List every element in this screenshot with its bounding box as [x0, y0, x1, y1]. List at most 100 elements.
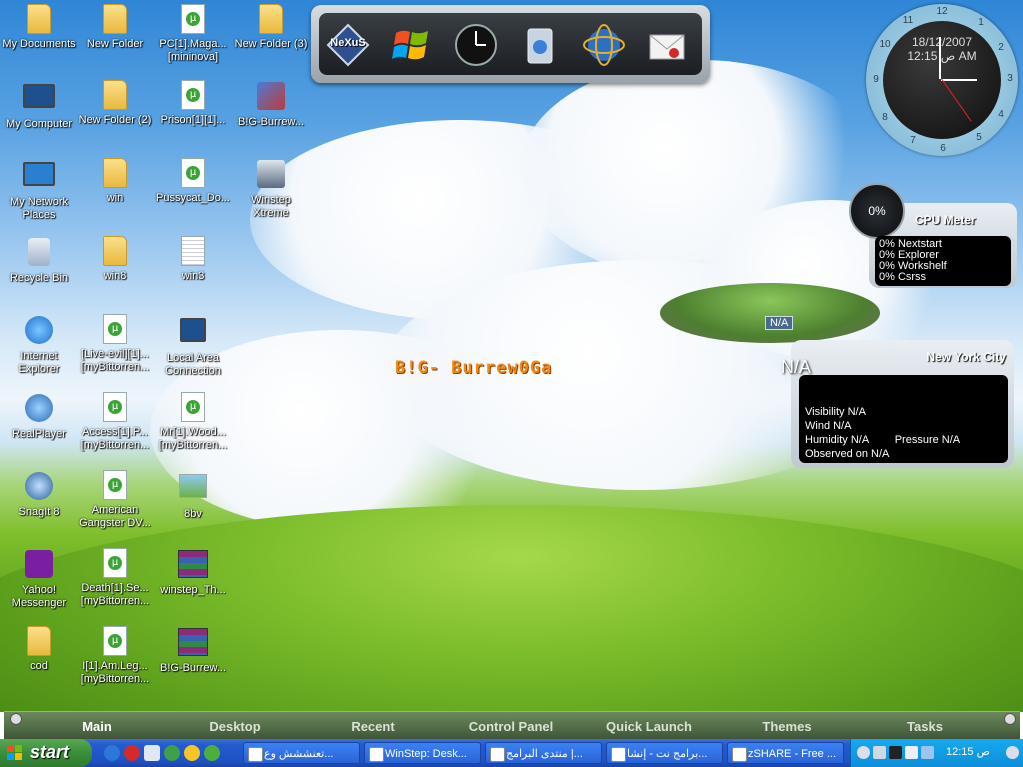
dock-shelf: NeXuS [319, 13, 702, 75]
tray-forward-icon[interactable] [1006, 746, 1019, 759]
tray-back-icon[interactable] [857, 746, 870, 759]
globe-network-icon[interactable] [582, 23, 626, 67]
desktop-icon-my-computer[interactable]: My Computer [0, 80, 78, 131]
tray-monitor-icon[interactable] [905, 746, 918, 759]
desktop-icon-winstep-xtreme[interactable]: Winstep Xtreme [232, 158, 310, 220]
quicklaunch-utorrent-icon[interactable] [204, 745, 220, 761]
quicklaunch-opera-icon[interactable] [124, 745, 140, 761]
desktop-icon-new-folder[interactable]: New Folder [76, 4, 154, 51]
weather-city: New York City [926, 350, 1006, 364]
windows-logo-icon[interactable] [390, 23, 434, 67]
clock-numeral: 5 [976, 132, 982, 143]
clock-date: 18/12/2007 [911, 35, 973, 49]
desktop-icon-realplayer[interactable]: RealPlayer [0, 392, 78, 441]
quicklaunch-ie-icon[interactable] [104, 745, 120, 761]
clock-numeral: 7 [910, 135, 916, 146]
winrar-archive-icon [178, 550, 208, 578]
taskbar-button[interactable]: WinStep: Desk... [364, 742, 481, 764]
desktop-icon-winstep-theme[interactable]: winstep_Th... [154, 548, 232, 597]
torrent-file-icon: µ [103, 392, 127, 422]
clock-face: 18/12/2007 12:15 ص AM [883, 21, 1001, 139]
taskbar-button[interactable]: منتدى البرامج |... [485, 742, 602, 764]
desktop[interactable]: N/A B!G- Burrew0Ga My Documents My Compu… [0, 0, 1023, 712]
browser-icon [248, 747, 263, 762]
tab-quick-launch[interactable]: Quick Launch [594, 719, 704, 734]
installer-icon [257, 82, 285, 110]
desktop-icon-i-am-legend-torrent[interactable]: µ I[1].Am.Leg... [myBittorren... [76, 626, 154, 686]
tab-desktop[interactable]: Desktop [180, 719, 290, 734]
desktop-icon-my-documents[interactable]: My Documents [0, 4, 78, 51]
desktop-icon-new-folder-3[interactable]: New Folder (3) [232, 4, 310, 51]
tray-network-icon[interactable] [921, 746, 934, 759]
tray-clock[interactable]: ص 12:15 [946, 745, 990, 758]
cpu-meter-title: CPU Meter [915, 213, 976, 227]
desktop-icon-access-torrent[interactable]: µ Access[1].P... [myBittorren... [76, 392, 154, 452]
quicklaunch-messenger-icon[interactable] [164, 745, 180, 761]
nexus-dock: NeXuS [311, 5, 710, 83]
folder-icon [27, 626, 51, 656]
desktop-icon-recycle-bin[interactable]: Recycle Bin [0, 236, 78, 285]
desktop-icon-pussycat-torrent[interactable]: µ Pussycat_Do... [154, 158, 232, 205]
winrar-archive-icon [178, 628, 208, 656]
weather-wind: Wind N/A [805, 420, 852, 432]
tab-recent[interactable]: Recent [318, 719, 428, 734]
bar-left-knob[interactable] [10, 713, 22, 725]
windows-flag-icon [7, 745, 22, 760]
desktop-icon-live-evil-torrent[interactable]: µ [Live-evil][1]... [myBittorren... [76, 314, 154, 374]
desktop-icon-american-gangster[interactable]: µ American Gangster DV... [76, 470, 154, 530]
weather-widget[interactable]: New York City N/A Visibility N/A Wind N/… [781, 340, 1014, 468]
desktop-icon-death-torrent[interactable]: µ Death[1].Se... [myBittorren... [76, 548, 154, 608]
clock-numeral: 6 [940, 143, 946, 154]
browser-icon [611, 747, 626, 762]
folder-icon [259, 4, 283, 34]
clock-numeral: 11 [902, 15, 914, 26]
desktop-icon-internet-explorer[interactable]: Internet Explorer [0, 314, 78, 376]
browser-icon [369, 747, 384, 762]
mail-icon[interactable] [646, 23, 690, 67]
minute-hand [939, 37, 941, 79]
desktop-icon-win[interactable]: win [76, 158, 154, 205]
desktop-icon-yahoo-messenger[interactable]: Yahoo! Messenger [0, 548, 78, 610]
desktop-icon-pc-magazine-torrent[interactable]: µ PC[1].Maga... [mininova] [154, 4, 232, 64]
bar-right-knob[interactable] [1004, 713, 1016, 725]
torrent-file-icon: µ [103, 314, 127, 344]
desktop-icon-my-network-places[interactable]: My Network Places [0, 158, 78, 222]
system-tray: ص 12:15 [850, 739, 1023, 767]
network-icon [23, 162, 55, 186]
nexus-logo-icon[interactable]: NeXuS [326, 23, 370, 67]
desktop-icon-win8[interactable]: win8 [76, 236, 154, 283]
tab-main[interactable]: Main [42, 719, 152, 734]
taskbar-button[interactable]: zSHARE - Free ... [727, 742, 844, 764]
desktop-icon-local-area-connection[interactable]: Local Area Connection [154, 314, 232, 378]
desktop-icon-big-burrewoga-rar[interactable]: B!G-Burrew... [154, 626, 232, 675]
clock-numeral: 4 [998, 109, 1004, 120]
tab-control-panel[interactable]: Control Panel [456, 719, 566, 734]
quicklaunch-yahoo-icon[interactable] [184, 745, 200, 761]
taskbar-button[interactable]: تعنششش وع... [243, 742, 360, 764]
desktop-icon-prison-torrent[interactable]: µ Prison[1][1]... [154, 80, 232, 127]
computer-icon [23, 84, 55, 108]
desktop-icon-win3[interactable]: win3 [154, 236, 232, 283]
cpu-meter-widget[interactable]: 0% CPU Meter 0% Nextstart 0% Explorer 0%… [849, 183, 1017, 291]
tray-volume-icon[interactable] [873, 746, 886, 759]
taskbar-button[interactable]: برامج نت - إنشا... [606, 742, 723, 764]
desktop-icon-cod[interactable]: cod [0, 626, 78, 673]
desktop-icon-mr-wood-torrent[interactable]: µ Mr[1].Wood... [myBittorren... [154, 392, 232, 452]
desktop-icon-8bv[interactable]: 8bv [154, 470, 232, 521]
desktop-icon-new-folder-2[interactable]: New Folder (2) [76, 80, 154, 127]
analog-clock-widget[interactable]: 12 1 2 3 4 5 6 7 8 9 10 11 18/12/2007 12… [866, 4, 1018, 156]
recycle-bin-icon[interactable] [518, 23, 562, 67]
weather-details: Visibility N/A Wind N/A Humidity N/A Pre… [799, 375, 1008, 463]
cpu-dial: 0% [849, 183, 905, 239]
tab-themes[interactable]: Themes [732, 719, 842, 734]
quicklaunch-desktop-icon[interactable] [144, 745, 160, 761]
cpu-process-row: 0% Csrss [879, 271, 927, 283]
clock-numeral: 3 [1007, 73, 1013, 84]
desktop-icon-big-burrewoga-setup[interactable]: B!G-Burrew... [232, 80, 310, 129]
desktop-icon-snagit[interactable]: SnagIt 8 [0, 470, 78, 519]
tray-app-icon[interactable] [889, 746, 902, 759]
weather-observed: Observed on N/A [805, 448, 890, 460]
clock-icon[interactable] [454, 23, 498, 67]
tab-tasks[interactable]: Tasks [870, 719, 980, 734]
start-button[interactable]: start [0, 739, 92, 767]
